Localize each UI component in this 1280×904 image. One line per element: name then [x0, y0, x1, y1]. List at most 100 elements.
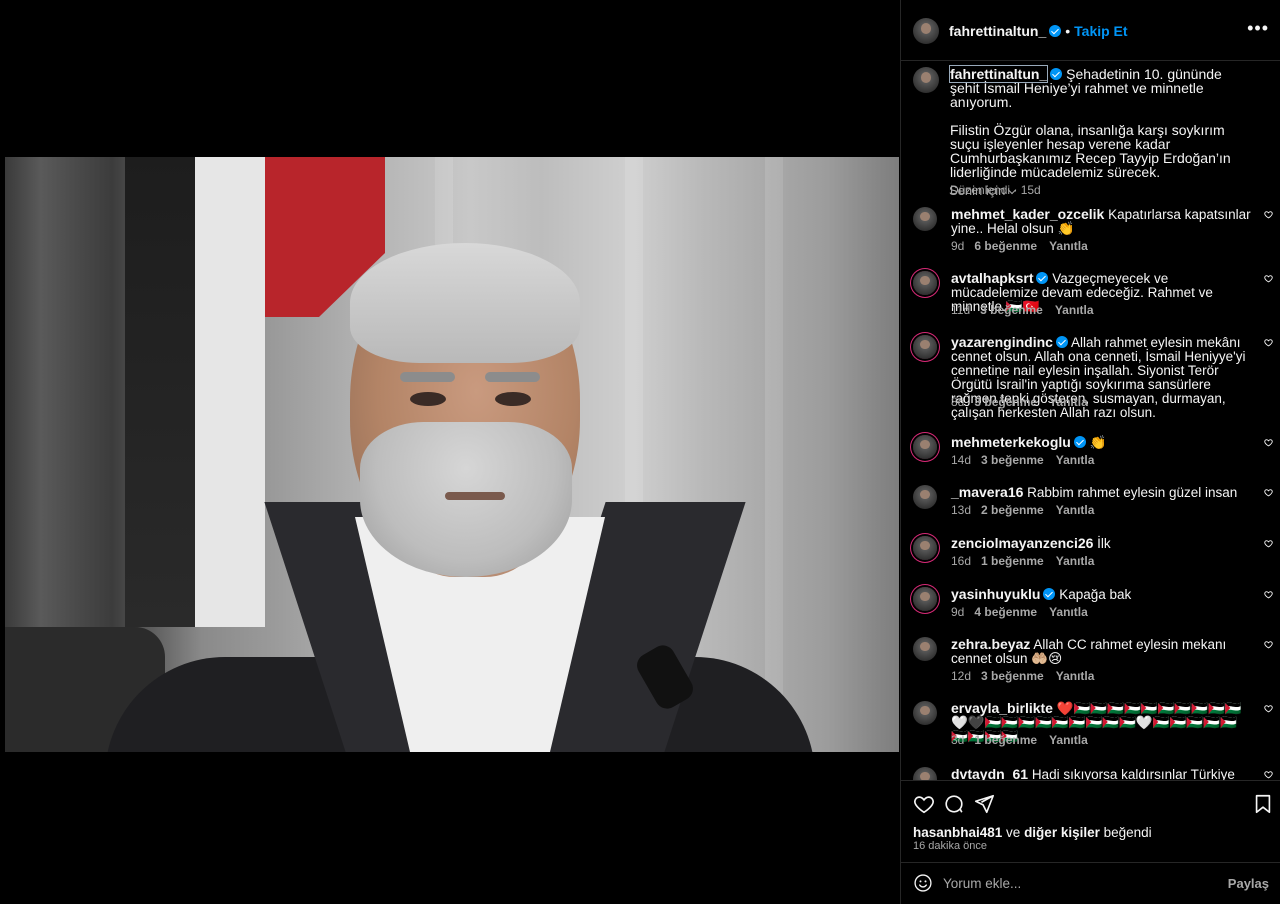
commenter-username[interactable]: zenciolmayanzenci26 [951, 535, 1093, 551]
comment-like-heart-icon[interactable] [1264, 539, 1273, 548]
verified-badge-icon [1043, 588, 1056, 600]
commenter-avatar[interactable] [913, 207, 937, 231]
like-heart-icon[interactable] [913, 793, 935, 815]
mouth [445, 492, 505, 500]
reply-button[interactable]: Yanıtla [1049, 395, 1088, 409]
commenter-username[interactable]: avtalhapksrt [951, 270, 1033, 286]
comment-time: 3d [951, 733, 965, 747]
comment-time: 12d [951, 669, 972, 683]
commenter-avatar[interactable] [913, 335, 937, 359]
comment-bubble-icon[interactable] [943, 793, 965, 815]
comment-meta: 3d 1 beğenme Yanıtla [951, 733, 1088, 747]
commenter-avatar[interactable] [913, 767, 937, 780]
comment-time: 14d [951, 453, 972, 467]
commenter-username[interactable]: _mavera16 [951, 484, 1023, 500]
commenter-avatar[interactable] [913, 271, 937, 295]
reply-button[interactable]: Yanıtla [1049, 733, 1088, 747]
comment-input[interactable]: Yorum ekle... [943, 876, 1021, 891]
commenter-avatar[interactable] [913, 485, 937, 509]
separator-dot: • [1065, 23, 1071, 39]
comment-like-heart-icon[interactable] [1264, 704, 1273, 713]
flag-stripe-white [195, 157, 265, 627]
comment-like-heart-icon[interactable] [1264, 488, 1273, 497]
comment-meta: 11d 3 beğenme Yanıtla [951, 303, 1094, 317]
author-username[interactable]: fahrettinaltun_ [949, 23, 1046, 39]
commenter-avatar[interactable] [913, 435, 937, 459]
comment-sort-dropdown[interactable]: Senin için [949, 183, 1017, 198]
verified-badge-icon [1055, 336, 1068, 348]
eye-right [495, 392, 531, 406]
reply-button[interactable]: Yanıtla [1056, 503, 1095, 517]
commenter-username[interactable]: dvtaydn_61 [951, 766, 1028, 780]
comment-time: 9d [951, 239, 965, 253]
comment-text: 👏 [1089, 435, 1107, 450]
comment-meta: 8d 3 beğenme Yanıtla [951, 395, 1088, 409]
emoji-smiley-icon[interactable] [913, 873, 933, 893]
liked-by-suffix: beğendi [1099, 825, 1152, 840]
reply-button[interactable]: Yanıtla [1056, 669, 1095, 683]
liked-by-others[interactable]: diğer kişiler [1024, 825, 1100, 840]
comment-body: _mavera16 Rabbim rahmet eylesin güzel in… [951, 485, 1253, 500]
bookmark-save-icon[interactable] [1252, 793, 1274, 815]
comment-likes[interactable]: 1 beğenme [974, 733, 1037, 747]
liked-by-user[interactable]: hasanbhai481 [913, 825, 1002, 840]
comment-body: yasinhuyuklu Kapağa bak [951, 587, 1253, 602]
comment-meta: 9d 4 beğenme Yanıtla [951, 605, 1088, 619]
commenter-avatar[interactable] [913, 587, 937, 611]
comment-likes[interactable]: 3 beğenme [981, 669, 1044, 683]
commenter-username[interactable]: mehmeterkekoglu [951, 434, 1071, 450]
liked-by-text: hasanbhai481 ve diğer kişiler beğendi [913, 825, 1152, 840]
commenter-avatar[interactable] [913, 536, 937, 560]
post-media-area [0, 0, 900, 904]
more-options-icon[interactable]: ••• [1247, 19, 1269, 37]
comment-body: mehmeterkekoglu 👏 [951, 435, 1253, 450]
reply-button[interactable]: Yanıtla [1049, 239, 1088, 253]
reply-button[interactable]: Yanıtla [1056, 554, 1095, 568]
comment-meta: 13d 2 beğenme Yanıtla [951, 503, 1094, 517]
commenter-avatar[interactable] [913, 637, 937, 661]
commenter-username[interactable]: yazarengindinc [951, 334, 1053, 350]
comment-body: zehra.beyaz Allah CC rahmet eylesin meka… [951, 637, 1253, 666]
commenter-username[interactable]: mehmet_kader_ozcelik [951, 206, 1104, 222]
comment-likes[interactable]: 3 beğenme [981, 453, 1044, 467]
follow-button[interactable]: Takip Et [1074, 23, 1127, 39]
flag-stripe-black [125, 157, 195, 627]
comment-body: zenciolmayanzenci26 İlk [951, 536, 1253, 551]
commenter-avatar[interactable] [913, 701, 937, 725]
comment-body: dvtaydn_61 Hadi sıkıyorsa kaldırsınlar T… [951, 767, 1253, 780]
comment-likes[interactable]: 1 beğenme [981, 554, 1044, 568]
reply-button[interactable]: Yanıtla [1049, 605, 1088, 619]
reply-button[interactable]: Yanıtla [1056, 453, 1095, 467]
comment-meta: 9d 6 beğenme Yanıtla [951, 239, 1088, 253]
post-header: fahrettinaltun_ • Takip Et ••• [901, 0, 1280, 61]
comment-time: 8d [951, 395, 965, 409]
comment-composer: Yorum ekle... Paylaş [901, 862, 1280, 904]
share-send-icon[interactable] [973, 793, 995, 815]
verified-badge-icon [1049, 25, 1062, 37]
comment-like-heart-icon[interactable] [1264, 210, 1273, 219]
comment-like-heart-icon[interactable] [1264, 640, 1273, 649]
comment-likes[interactable]: 4 beğenme [974, 605, 1037, 619]
comment-like-heart-icon[interactable] [1264, 438, 1273, 447]
comment-text: Rabbim rahmet eylesin güzel insan [1027, 485, 1238, 500]
author-avatar[interactable] [913, 18, 939, 44]
comment-like-heart-icon[interactable] [1264, 770, 1273, 779]
reply-button[interactable]: Yanıtla [1055, 303, 1094, 317]
verified-badge-icon [1073, 436, 1086, 448]
commenter-username[interactable]: zehra.beyaz [951, 636, 1030, 652]
comment-likes[interactable]: 3 beğenme [980, 303, 1043, 317]
caption-author-avatar[interactable] [913, 67, 939, 93]
comments-scroll-area[interactable]: fahrettinaltun_ Şehadetinin 10. gününde … [901, 61, 1280, 780]
comment-like-heart-icon[interactable] [1264, 338, 1273, 347]
comment-time: 13d [951, 503, 972, 517]
comment-likes[interactable]: 3 beğenme [974, 395, 1037, 409]
comment-likes[interactable]: 2 beğenme [981, 503, 1044, 517]
comment-like-heart-icon[interactable] [1264, 590, 1273, 599]
commenter-username[interactable]: ervayla_birlikte [951, 700, 1053, 716]
post-photo[interactable] [5, 157, 899, 752]
post-comment-button[interactable]: Paylaş [1228, 876, 1269, 891]
comment-like-heart-icon[interactable] [1264, 274, 1273, 283]
commenter-username[interactable]: yasinhuyuklu [951, 586, 1040, 602]
comment-likes[interactable]: 6 beğenme [974, 239, 1037, 253]
eye-left [410, 392, 446, 406]
